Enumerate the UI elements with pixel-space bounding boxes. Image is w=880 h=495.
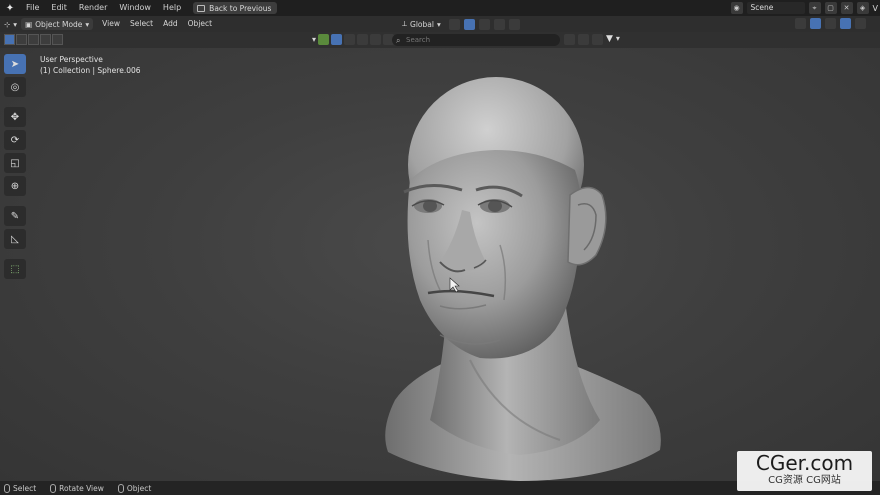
menu-add[interactable]: Add (158, 16, 183, 32)
menu-window[interactable]: Window (113, 0, 157, 16)
status-rotate-label: Rotate View (59, 483, 104, 493)
orientation-icon: ⟂ (402, 19, 408, 28)
status-object: Object (117, 483, 152, 493)
menu-view[interactable]: View (97, 16, 125, 32)
pin-icon[interactable]: ⌖ (808, 2, 821, 14)
select-new-icon[interactable] (4, 34, 15, 45)
tool-header: ▾ ⌕ Search ▼ ▾ (0, 32, 880, 48)
chevron-down-icon: ▾ (436, 19, 441, 29)
select-extend-icon[interactable] (16, 34, 27, 45)
viewport-header: ⊹ ▾ ▣ Object Mode ▾ View Select Add Objec… (0, 16, 880, 32)
chevron-down-icon: ▾ (13, 19, 18, 29)
falloff-icon[interactable] (508, 18, 520, 30)
transform-orientation-label: Global (410, 19, 434, 29)
proportional-edit-icon[interactable] (493, 18, 505, 30)
viewport-right-controls (795, 18, 866, 29)
xray-icon[interactable] (855, 18, 866, 29)
status-select-label: Select (13, 483, 37, 493)
view-layer-icon[interactable]: ◈ (856, 2, 869, 14)
chevron-down-icon[interactable]: ▾ (616, 34, 620, 45)
select-subtract-icon[interactable] (28, 34, 39, 45)
color-icon[interactable] (318, 34, 330, 45)
view-layer-label[interactable]: V (873, 4, 880, 13)
menu-file[interactable]: File (20, 0, 45, 16)
editor-type-icon: ⊹ (4, 19, 11, 29)
3d-viewport[interactable]: User Perspective (1) Collection | Sphere… (0, 48, 880, 481)
back-to-previous-button[interactable]: Back to Previous (193, 2, 278, 14)
filter-icon[interactable]: ▼ (606, 34, 613, 45)
light-filter-icon[interactable] (357, 34, 369, 45)
overlays-icon[interactable] (840, 18, 851, 29)
scene-controls: ◉ Scene ⌖ ▢ ✕ ◈ V (730, 0, 880, 16)
outliner-filters: ▼ ▾ (564, 34, 620, 45)
mouse-left-icon (4, 483, 10, 493)
close-scene-icon[interactable]: ✕ (840, 2, 853, 14)
menu-object[interactable]: Object (183, 16, 217, 32)
status-object-label: Object (126, 483, 152, 493)
mouse-middle-icon (50, 483, 57, 493)
menu-select[interactable]: Select (125, 16, 158, 32)
scene-name-field[interactable]: Scene (746, 2, 805, 14)
snap-icon[interactable] (463, 18, 475, 30)
object-mode-icon: ▣ (25, 19, 33, 29)
watermark-sub: CG资源 CG网站 (768, 475, 841, 486)
chevron-down-icon: ▾ (85, 19, 90, 29)
object-filter-icon[interactable] (331, 34, 343, 45)
editor-type-button[interactable]: ⊹ ▾ (0, 18, 21, 30)
object-mode-dropdown[interactable]: ▣ Object Mode ▾ (21, 18, 94, 30)
display-mode-icon[interactable] (592, 34, 603, 45)
overlay-dropdown-icon[interactable] (825, 18, 836, 29)
visibility-icon[interactable] (795, 18, 806, 29)
mesh-filter-icon[interactable] (344, 34, 356, 45)
screen-icon (197, 4, 206, 12)
menu-help[interactable]: Help (157, 0, 187, 16)
object-mode-label: Object Mode (35, 19, 83, 29)
selection-mode-group (4, 34, 63, 45)
mouse-right-icon (117, 483, 124, 493)
gizmo-icon[interactable] (810, 18, 821, 29)
transform-orientation-dropdown[interactable]: ⟂ Global ▾ (398, 18, 445, 30)
sculpted-head-mesh[interactable] (0, 48, 880, 481)
top-menu-bar: ✦ File Edit Render Window Help Back to P… (0, 0, 880, 16)
pivot-point-icon[interactable] (448, 18, 460, 30)
status-select: Select (4, 483, 37, 493)
watermark-main: CGer.com (755, 451, 854, 475)
search-placeholder: Search (406, 36, 431, 44)
watermark: CGer.com CG资源 CG网站 (737, 451, 872, 491)
menu-edit[interactable]: Edit (45, 0, 73, 16)
display-filter-group: ▾ (312, 34, 395, 45)
snap-target-icon[interactable] (478, 18, 490, 30)
select-intersect-icon[interactable] (52, 34, 63, 45)
select-invert-icon[interactable] (40, 34, 51, 45)
back-to-previous-label: Back to Previous (209, 3, 272, 13)
collapse-icon[interactable] (564, 34, 575, 45)
blender-logo-icon[interactable]: ✦ (0, 0, 20, 16)
scene-icon[interactable]: ◉ (730, 2, 743, 14)
search-icon: ⌕ (396, 36, 401, 45)
chevron-down-icon[interactable]: ▾ (312, 35, 316, 44)
camera-filter-icon[interactable] (370, 34, 382, 45)
new-scene-icon[interactable]: ▢ (824, 2, 837, 14)
menu-render[interactable]: Render (73, 0, 113, 16)
status-rotate-view: Rotate View (50, 483, 104, 493)
search-input[interactable]: ⌕ Search (392, 34, 560, 46)
bookmark-icon[interactable] (578, 34, 589, 45)
transform-controls: ⟂ Global ▾ (398, 18, 520, 30)
